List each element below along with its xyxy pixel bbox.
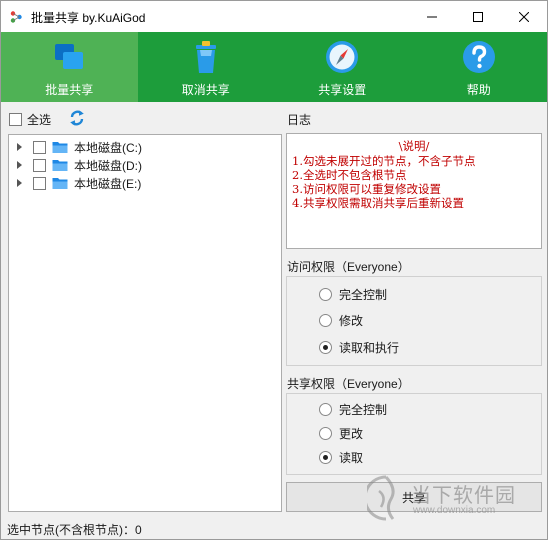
node-checkbox[interactable]	[33, 176, 46, 190]
share-option-change[interactable]: 更改	[319, 425, 363, 442]
minimize-icon	[427, 16, 437, 17]
share-option-read[interactable]: 读取	[319, 449, 363, 466]
folder-icon	[52, 178, 68, 189]
radio-label: 完全控制	[339, 403, 388, 417]
share-option-full-control[interactable]: 完全控制	[319, 401, 387, 418]
app-icon	[10, 11, 22, 23]
toolbar-label: 共享设置	[318, 83, 367, 97]
toolbar-label: 批量共享	[45, 83, 94, 97]
select-all-label: 全选	[27, 112, 52, 127]
minimize-button[interactable]	[409, 1, 455, 32]
access-option-read-execute[interactable]: 读取和执行	[319, 339, 399, 356]
toolbar-share-settings[interactable]: 共享设置	[274, 32, 411, 102]
log-heading: \说明/	[398, 139, 430, 153]
toolbar-label: 帮助	[466, 83, 491, 97]
log-title: 日志	[287, 113, 312, 127]
app-window: 批量共享 by.KuAiGod 批量共享 取消共享 共享设置 帮助 全选 本地磁…	[0, 0, 548, 540]
radio-label: 读取	[339, 451, 364, 465]
radio-button[interactable]	[319, 314, 332, 327]
expand-arrow-icon[interactable]	[17, 161, 22, 169]
radio-button[interactable]	[319, 403, 332, 416]
watermark-url: www.downxia.com	[413, 505, 496, 516]
radio-button-selected[interactable]	[319, 341, 332, 354]
radio-button-selected[interactable]	[319, 451, 332, 464]
toolbar-help[interactable]: 帮助	[411, 32, 548, 102]
tree-node-label: 本地磁盘(D:)	[74, 158, 142, 173]
tree-node-label: 本地磁盘(C:)	[74, 140, 142, 155]
select-all-checkbox[interactable]: 全选	[9, 111, 51, 127]
access-permission-title: 访问权限（Everyone）	[287, 260, 410, 274]
node-checkbox[interactable]	[33, 158, 46, 172]
share-permission-group: 完全控制 更改 读取	[286, 393, 542, 475]
log-textbox[interactable]: \说明/ 1.勾选未展开过的节点，不含子节点 2.全选时不包含根节点 3.访问权…	[286, 133, 542, 249]
expand-arrow-icon[interactable]	[17, 143, 22, 151]
tree-node[interactable]: 本地磁盘(E:)	[9, 174, 141, 192]
radio-label: 读取和执行	[339, 341, 400, 355]
refresh-icon[interactable]	[69, 109, 85, 127]
maximize-button[interactable]	[455, 1, 501, 32]
toolbar-label: 取消共享	[181, 83, 230, 97]
compass-icon	[326, 41, 359, 73]
radio-button[interactable]	[319, 288, 332, 301]
checkbox-box[interactable]	[9, 112, 22, 126]
trash-icon	[195, 41, 216, 73]
batch-share-icon	[55, 44, 84, 69]
expand-arrow-icon[interactable]	[17, 179, 22, 187]
help-icon	[462, 41, 495, 73]
folder-icon	[52, 160, 68, 171]
title-bar: 批量共享 by.KuAiGod	[1, 1, 547, 32]
radio-button[interactable]	[319, 427, 332, 440]
watermark-logo	[367, 475, 395, 521]
close-icon	[519, 11, 529, 22]
main-toolbar: 批量共享 取消共享 共享设置 帮助	[1, 32, 547, 102]
access-option-modify[interactable]: 修改	[319, 312, 363, 329]
tree-node-label: 本地磁盘(E:)	[74, 176, 142, 191]
window-title: 批量共享 by.KuAiGod	[31, 11, 146, 25]
toolbar-cancel-share[interactable]: 取消共享	[138, 32, 275, 102]
access-option-full-control[interactable]: 完全控制	[319, 286, 387, 303]
folder-icon	[52, 142, 68, 153]
toolbar-batch-share[interactable]: 批量共享	[1, 32, 138, 102]
access-permission-group: 完全控制 修改 读取和执行	[286, 276, 542, 366]
tree-node[interactable]: 本地磁盘(D:)	[9, 156, 142, 174]
share-permission-title: 共享权限（Everyone）	[287, 377, 410, 391]
tree-node[interactable]: 本地磁盘(C:)	[9, 138, 142, 156]
drive-tree[interactable]: 本地磁盘(C:) 本地磁盘(D:) 本地磁盘(E:)	[8, 134, 282, 512]
maximize-icon	[473, 11, 483, 22]
radio-label: 完全控制	[339, 288, 388, 302]
watermark-text: 当下软件园	[411, 485, 516, 507]
radio-label: 更改	[339, 427, 364, 441]
radio-label: 修改	[339, 314, 364, 328]
close-button[interactable]	[501, 1, 547, 32]
node-checkbox[interactable]	[33, 140, 46, 154]
status-text: 选中节点(不含根节点)：0	[7, 523, 142, 537]
log-line: 4.共享权限需取消共享后重新设置	[292, 196, 464, 210]
